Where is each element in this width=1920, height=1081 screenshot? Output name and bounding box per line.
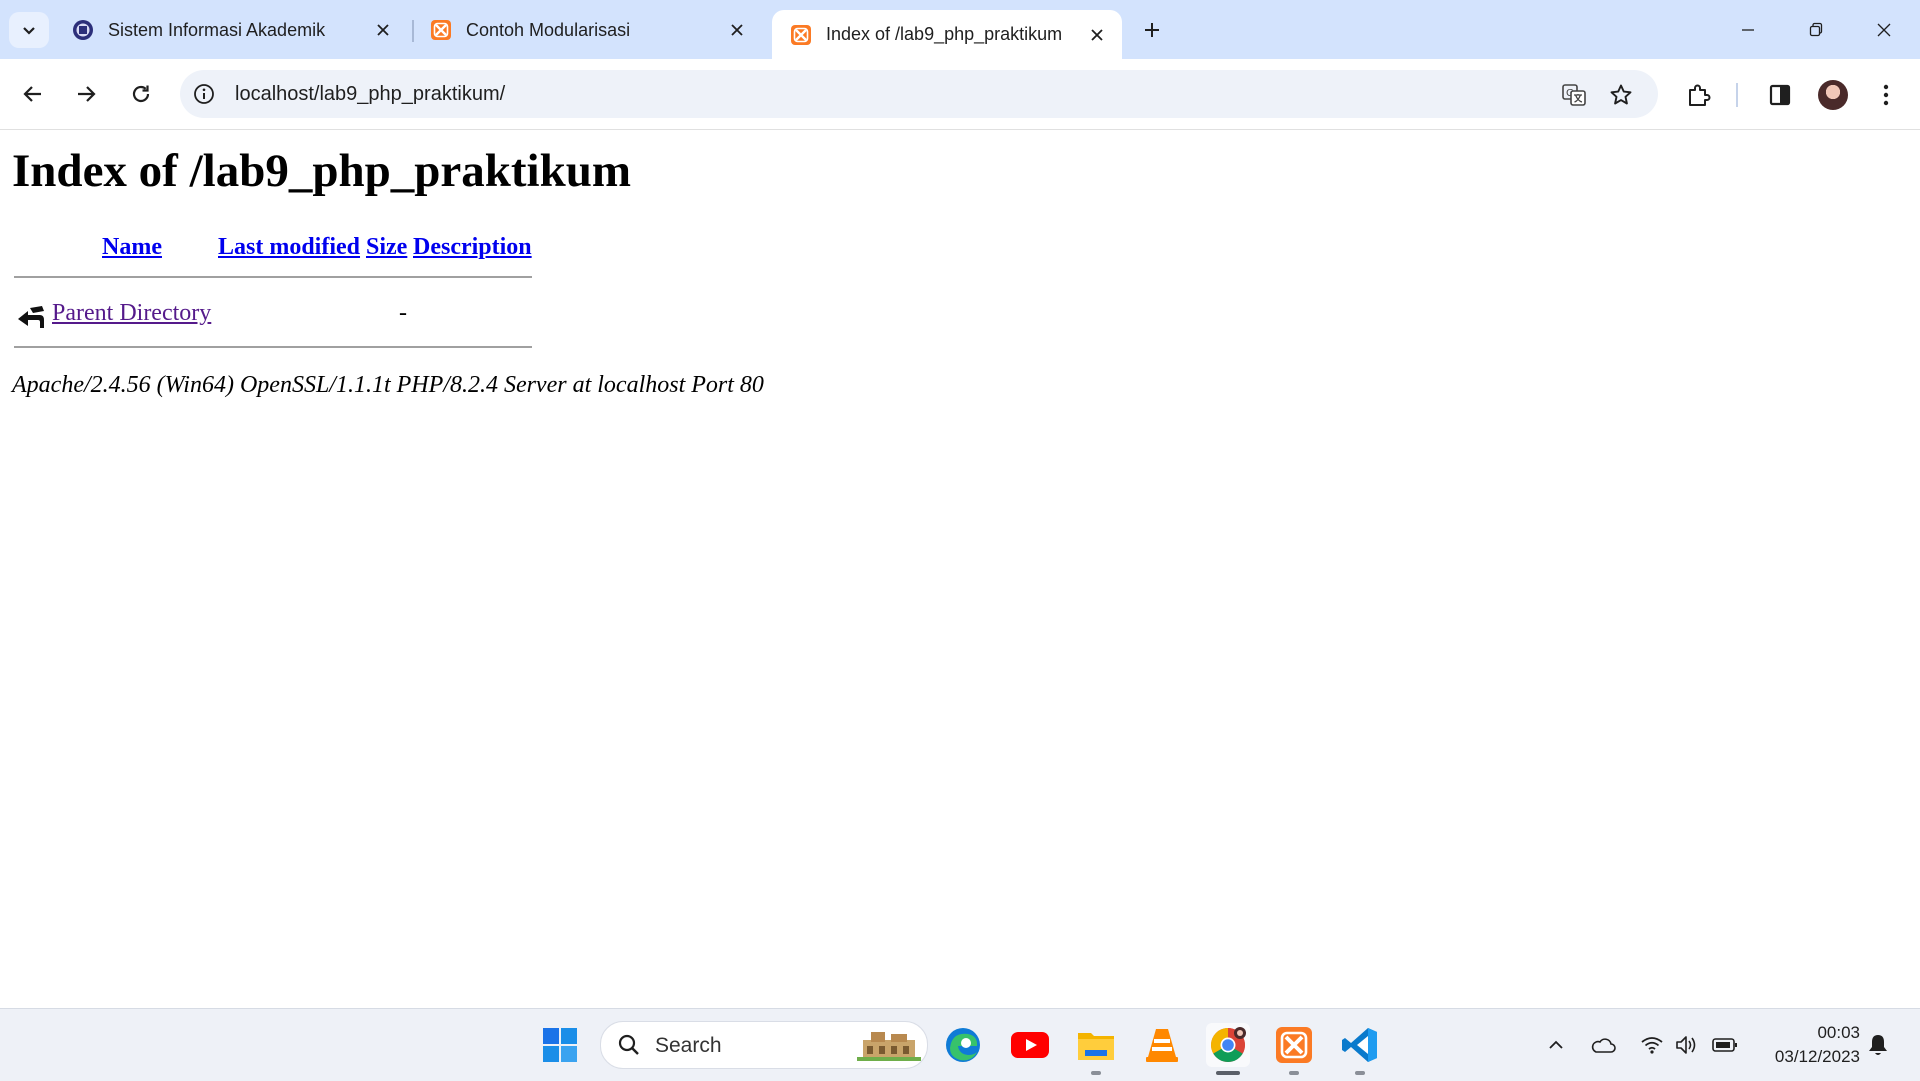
system-clock[interactable]: 00:03 03/12/2023 — [1750, 1021, 1860, 1069]
restore-icon — [1809, 22, 1823, 37]
size-cell: - — [399, 300, 407, 326]
tab-contoh-modularisasi[interactable]: Contoh Modularisasi — [412, 10, 762, 50]
new-tab-button[interactable] — [1132, 12, 1172, 48]
taskbar-app-youtube[interactable] — [1008, 1023, 1052, 1067]
running-indicator — [1091, 1071, 1101, 1075]
chrome-icon — [1211, 1027, 1246, 1062]
volume-icon[interactable] — [1674, 1032, 1700, 1058]
university-seal-icon — [73, 20, 93, 40]
back-arrow-icon — [18, 306, 44, 328]
wifi-icon[interactable] — [1639, 1032, 1665, 1058]
side-panel-icon[interactable] — [1766, 81, 1794, 109]
vscode-icon — [1342, 1028, 1377, 1062]
footer-divider — [14, 346, 532, 348]
column-header-description[interactable]: Description — [413, 234, 532, 261]
tab-sistem-informasi[interactable]: Sistem Informasi Akademik — [54, 10, 408, 50]
start-button[interactable] — [538, 1023, 582, 1067]
more-menu-icon[interactable] — [1872, 81, 1900, 109]
minimize-icon — [1742, 29, 1754, 31]
edge-icon — [946, 1028, 980, 1062]
running-indicator — [1289, 1071, 1299, 1075]
column-header-last-modified[interactable]: Last modified — [218, 234, 360, 261]
taskbar-app-xampp[interactable] — [1272, 1023, 1316, 1075]
search-label: Search — [655, 1034, 722, 1057]
notification-bell-icon[interactable] — [1865, 1032, 1891, 1058]
chevron-down-icon — [23, 27, 35, 35]
tab-index-of[interactable]: Index of /lab9_php_praktikum — [772, 10, 1122, 59]
toolbar-divider — [1736, 83, 1738, 107]
windows-start-icon — [543, 1028, 577, 1062]
taskbar-app-file-explorer[interactable] — [1074, 1023, 1118, 1075]
tab-title: Contoh Modularisasi — [466, 19, 631, 40]
parent-directory-link[interactable]: Parent Directory — [52, 300, 211, 327]
chevron-up-icon[interactable] — [1543, 1032, 1569, 1058]
site-info-icon[interactable] — [192, 82, 216, 106]
close-tab-icon[interactable] — [726, 19, 748, 41]
taskbar-app-edge[interactable] — [941, 1023, 985, 1067]
page-title: Index of /lab9_php_praktikum — [12, 145, 632, 197]
url-text[interactable]: localhost/lab9_php_praktikum/ — [235, 83, 505, 106]
restore-button[interactable] — [1788, 8, 1844, 52]
back-button[interactable] — [11, 72, 55, 116]
address-bar[interactable]: localhost/lab9_php_praktikum/ G — [180, 70, 1658, 118]
youtube-icon — [1011, 1032, 1049, 1058]
column-header-name[interactable]: Name — [102, 234, 162, 261]
tab-search-button[interactable] — [9, 12, 49, 48]
taskbar-app-vscode[interactable] — [1338, 1023, 1382, 1075]
column-header-size[interactable]: Size — [366, 234, 407, 261]
reload-button[interactable] — [119, 72, 163, 116]
search-highlight-illustration — [857, 1032, 921, 1061]
windows-taskbar: Search 00:03 03/12/2023 — [0, 1008, 1920, 1081]
page-content: Index of /lab9_php_praktikum Name Last m… — [0, 130, 1920, 1008]
active-indicator — [1216, 1071, 1240, 1075]
xampp-icon — [431, 20, 451, 40]
tab-title: Index of /lab9_php_praktikum — [826, 24, 1063, 44]
header-divider — [14, 276, 532, 278]
tab-strip: Sistem Informasi Akademik Contoh Modular… — [0, 0, 1920, 59]
tab-title: Sistem Informasi Akademik — [108, 19, 326, 40]
vlc-icon — [1146, 1029, 1178, 1062]
arrow-left-icon — [23, 86, 41, 102]
browser-toolbar: localhost/lab9_php_praktikum/ G — [0, 59, 1920, 130]
battery-icon[interactable] — [1712, 1032, 1738, 1058]
close-icon — [1877, 23, 1891, 37]
profile-avatar[interactable] — [1818, 80, 1848, 110]
translate-icon[interactable]: G — [1561, 82, 1587, 108]
bookmark-star-icon[interactable] — [1608, 82, 1634, 108]
clock-time: 00:03 — [1817, 1023, 1860, 1042]
file-explorer-icon — [1078, 1033, 1114, 1060]
running-indicator — [1355, 1071, 1365, 1075]
xampp-icon — [791, 24, 811, 45]
close-tab-icon[interactable] — [372, 19, 394, 41]
minimize-button[interactable] — [1720, 8, 1776, 52]
reload-icon — [132, 85, 150, 103]
close-tab-icon[interactable] — [1086, 24, 1108, 46]
taskbar-app-vlc[interactable] — [1140, 1023, 1184, 1067]
taskbar-search[interactable]: Search — [600, 1021, 928, 1069]
taskbar-app-chrome[interactable] — [1206, 1023, 1250, 1075]
forward-button[interactable] — [64, 72, 108, 116]
arrow-right-icon — [78, 86, 96, 102]
xampp-icon — [1276, 1027, 1312, 1063]
plus-icon — [1145, 23, 1159, 37]
server-signature: Apache/2.4.56 (Win64) OpenSSL/1.1.1t PHP… — [12, 372, 764, 398]
search-icon — [618, 1034, 639, 1055]
close-window-button[interactable] — [1856, 8, 1912, 52]
onedrive-cloud-icon[interactable] — [1590, 1032, 1616, 1058]
clock-date: 03/12/2023 — [1774, 1047, 1860, 1066]
extensions-puzzle-icon[interactable] — [1685, 81, 1713, 109]
